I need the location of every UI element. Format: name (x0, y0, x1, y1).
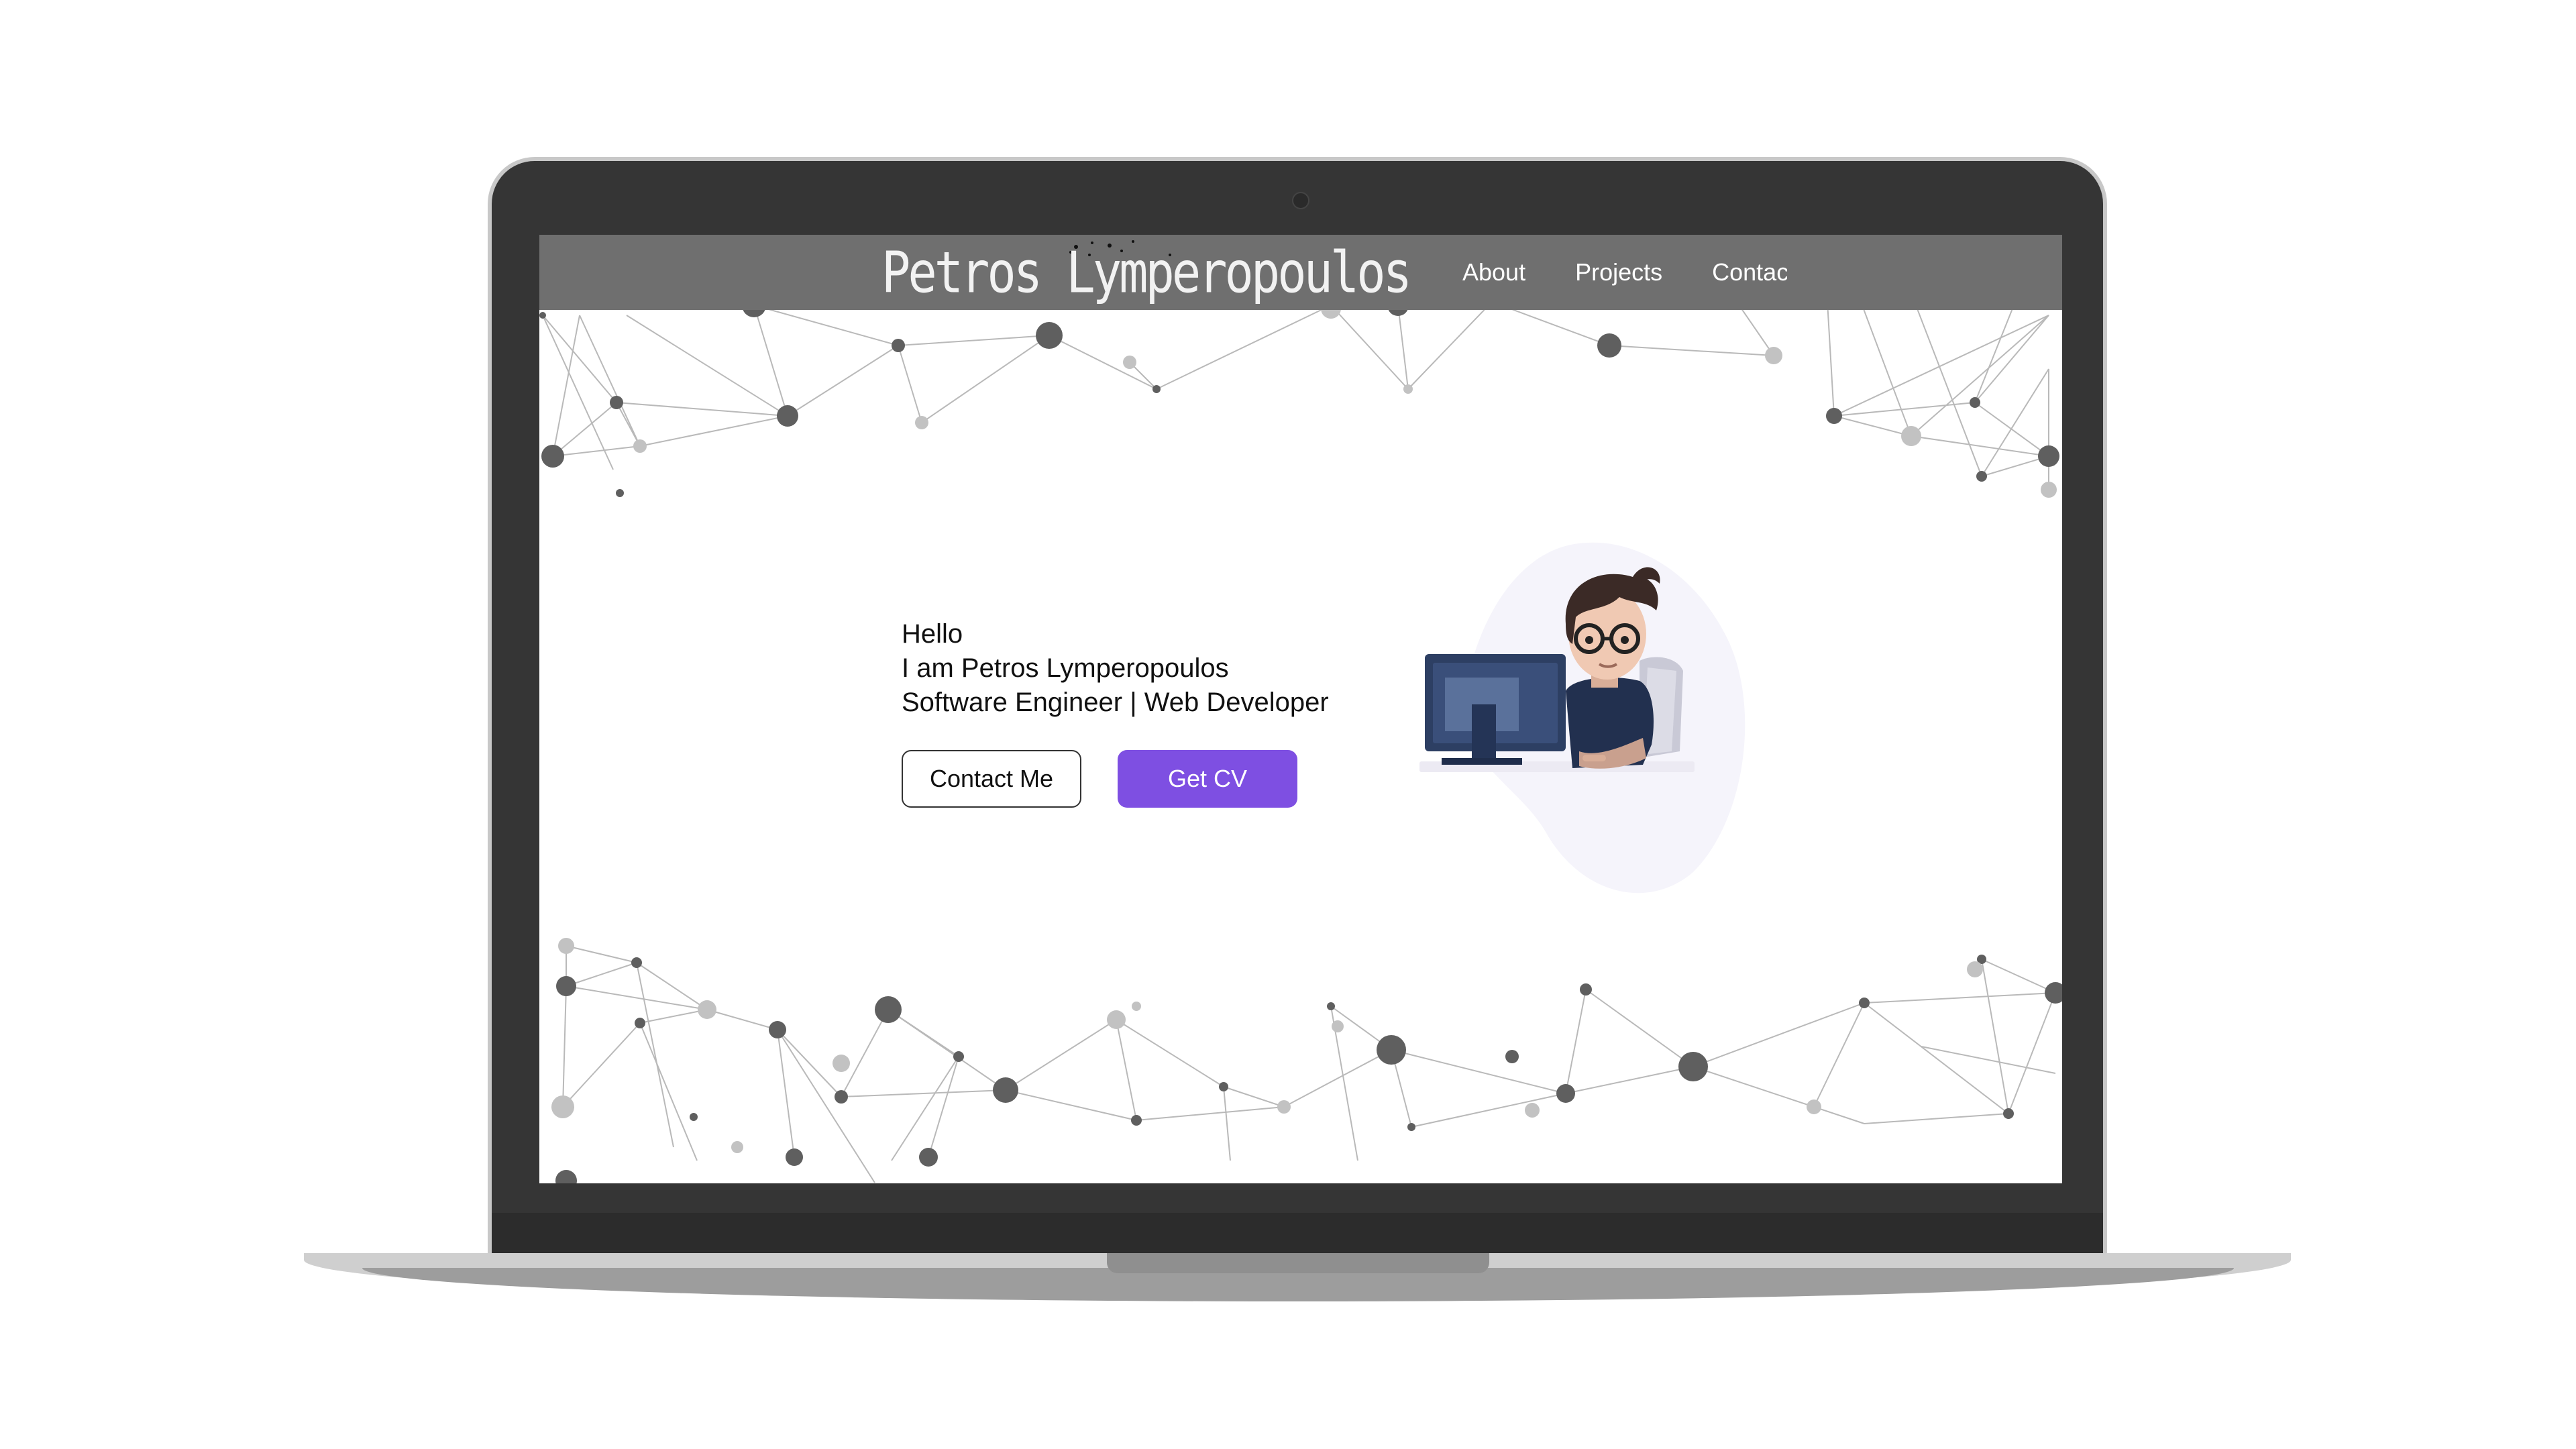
laptop-notch (1107, 1253, 1489, 1273)
nav-link-contact[interactable]: Contac (1712, 258, 1787, 286)
camera-icon (1292, 192, 1309, 209)
laptop-chin (492, 1213, 2103, 1253)
nav-link-about[interactable]: About (1462, 258, 1525, 286)
nav-link-projects[interactable]: Projects (1575, 258, 1662, 286)
browser-screen: Petros Lymperopoulos About Projects Cont… (539, 235, 2062, 1183)
nav-links: About Projects Contac (1462, 235, 1787, 310)
navbar: Petros Lymperopoulos About Projects Cont… (539, 235, 2062, 310)
site-logo[interactable]: Petros Lymperopoulos (881, 235, 1412, 313)
network-pattern-top (539, 302, 2059, 498)
hero-role: Software Engineer | Web Developer (902, 688, 1329, 717)
hero-name: I am Petros Lymperopoulos (902, 653, 1229, 683)
hero-intro: Hello I am Petros Lymperopoulos Software… (902, 617, 1329, 720)
developer-illustration (1419, 542, 1746, 894)
contact-me-button[interactable]: Contact Me (902, 750, 1081, 808)
hero-greeting: Hello (902, 619, 963, 649)
network-pattern-bottom (551, 938, 2062, 1183)
get-cv-button[interactable]: Get CV (1118, 750, 1297, 808)
